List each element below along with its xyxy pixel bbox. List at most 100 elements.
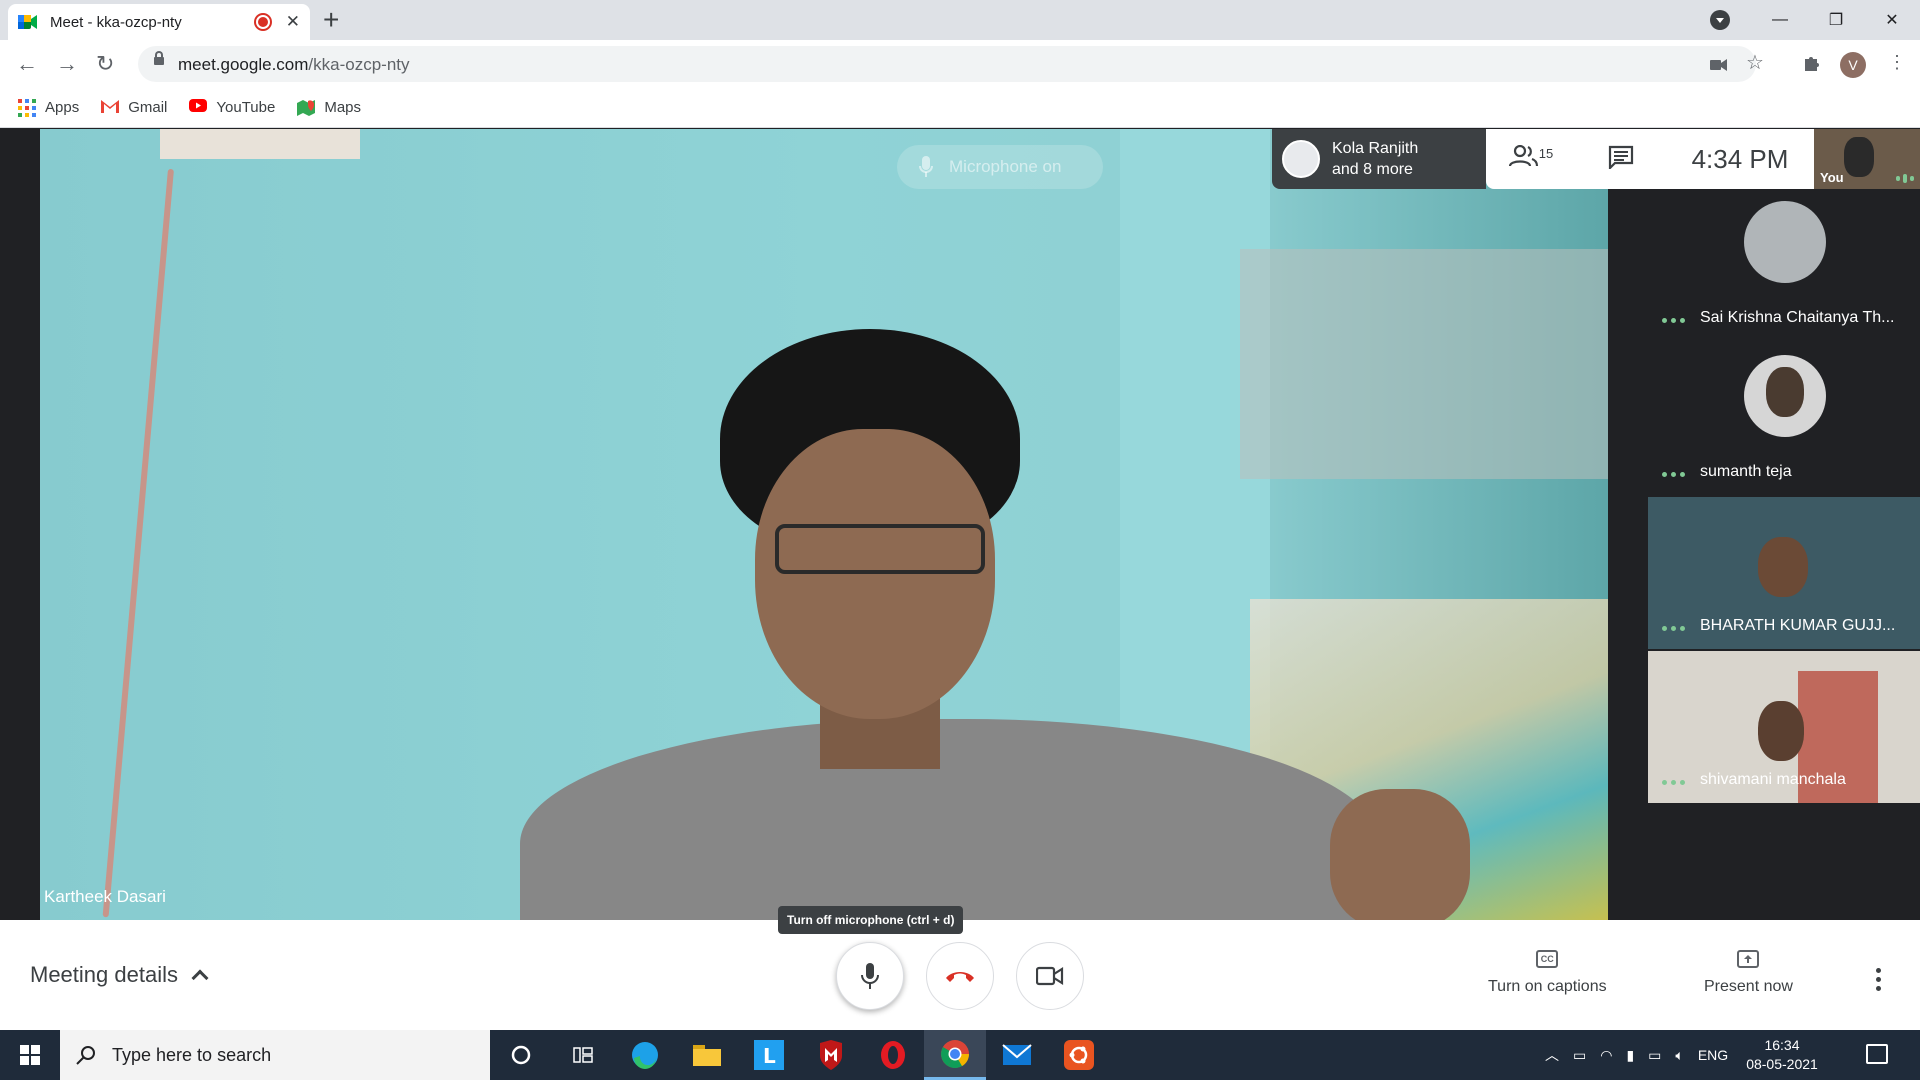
participant-person bbox=[1758, 537, 1808, 597]
minimize-icon[interactable]: — bbox=[1752, 11, 1808, 29]
battery-icon[interactable]: ▭ bbox=[1648, 1047, 1661, 1064]
main-speaker-name: Kartheek Dasari bbox=[44, 887, 166, 906]
maximize-icon[interactable]: ❐ bbox=[1808, 10, 1864, 30]
bookmark-star-icon[interactable]: ☆ bbox=[1746, 53, 1764, 73]
microphone-toggle-button[interactable] bbox=[836, 942, 904, 1010]
notifications-icon[interactable] bbox=[1866, 1044, 1888, 1064]
taskbar-app-mail[interactable] bbox=[986, 1030, 1048, 1080]
microphone-tooltip: Turn off microphone (ctrl + d) bbox=[778, 906, 964, 934]
browser-tab[interactable]: Meet - kka-ozcp-nty ✕ bbox=[8, 4, 310, 40]
bookmark-maps[interactable]: Maps bbox=[297, 99, 361, 117]
search-icon bbox=[76, 1046, 95, 1065]
browser-menu-icon[interactable]: ⋮ bbox=[1888, 52, 1906, 72]
summary-line-2: and 8 more bbox=[1332, 161, 1413, 178]
present-now-button[interactable]: Present now bbox=[1704, 950, 1793, 996]
wall-shelf bbox=[1240, 249, 1608, 479]
participant-name: BHARATH KUMAR GUJJ... bbox=[1700, 617, 1896, 634]
participant-tile[interactable]: sumanth teja bbox=[1648, 343, 1920, 495]
meeting-details-button[interactable]: Meeting details bbox=[30, 962, 209, 988]
hang-up-icon bbox=[946, 972, 974, 982]
extensions-icon[interactable] bbox=[1802, 53, 1822, 77]
new-tab-icon[interactable]: + bbox=[323, 6, 339, 34]
svg-text:L: L bbox=[763, 1044, 776, 1068]
url-text: meet.google.com/kka-ozcp-nty bbox=[178, 55, 410, 75]
more-options-icon[interactable] bbox=[1876, 968, 1881, 991]
chrome-icon bbox=[941, 1039, 969, 1068]
present-label: Present now bbox=[1704, 978, 1793, 995]
camera-in-use-icon[interactable] bbox=[1710, 56, 1728, 76]
taskbar-app-mcafee[interactable] bbox=[800, 1030, 862, 1080]
camera-toggle-button[interactable] bbox=[1016, 942, 1084, 1010]
participant-avatar bbox=[1744, 201, 1826, 283]
meet-now-icon[interactable]: ▭ bbox=[1573, 1047, 1586, 1064]
reload-icon[interactable]: ↻ bbox=[96, 52, 114, 76]
person-arm bbox=[1330, 789, 1470, 920]
input-language[interactable]: ENG bbox=[1698, 1047, 1728, 1063]
taskbar-clock[interactable]: 16:34 08-05-2021 bbox=[1742, 1036, 1822, 1074]
browser-toolbar: ← → ↻ meet.google.com/kka-ozcp-nty ☆ V ⋮ bbox=[0, 40, 1920, 88]
pinned-participants-summary[interactable]: Kola Ranjith and 8 more bbox=[1272, 129, 1486, 189]
l-app-icon: L bbox=[754, 1040, 784, 1070]
bookmark-gmail[interactable]: Gmail bbox=[101, 99, 167, 117]
microphone-on-indicator: Microphone on bbox=[897, 145, 1103, 189]
leave-call-button[interactable] bbox=[926, 942, 994, 1010]
participant-video-tile[interactable]: shivamani manchala bbox=[1648, 651, 1920, 803]
microphone-icon bbox=[919, 156, 933, 177]
self-audio-level-icon bbox=[1896, 174, 1914, 183]
tab-close-icon[interactable]: ✕ bbox=[286, 12, 300, 32]
bookmarks-bar: Apps Gmail YouTube Maps bbox=[0, 88, 1920, 128]
wall-switchboard bbox=[160, 129, 360, 159]
more-options-icon[interactable] bbox=[1662, 318, 1685, 323]
self-video-tile[interactable]: You bbox=[1814, 129, 1920, 189]
meeting-clock: 4:34 PM bbox=[1691, 143, 1789, 174]
chat-button[interactable] bbox=[1576, 145, 1666, 174]
mail-icon bbox=[1002, 1044, 1032, 1065]
folder-icon bbox=[693, 1045, 721, 1066]
start-button[interactable] bbox=[0, 1030, 60, 1080]
window-close-icon[interactable]: ✕ bbox=[1864, 10, 1920, 30]
windows-taskbar: Type here to search L ︿ ▭ ◠ ▮ ▭ 🔈︎ ENG 1… bbox=[0, 1030, 1920, 1080]
main-video-tile[interactable]: Microphone on Kartheek Dasari bbox=[40, 129, 1608, 920]
taskbar-app-ubuntu[interactable] bbox=[1048, 1030, 1110, 1080]
profile-avatar[interactable]: V bbox=[1840, 52, 1866, 78]
show-hidden-icons-icon[interactable]: ︿ bbox=[1545, 1045, 1559, 1065]
cortana-button[interactable] bbox=[490, 1030, 552, 1080]
taskbar-app-edge[interactable] bbox=[614, 1030, 676, 1080]
volume-icon[interactable]: 🔈︎ bbox=[1675, 1047, 1683, 1064]
captions-button[interactable]: CC Turn on captions bbox=[1488, 950, 1607, 996]
more-options-icon[interactable] bbox=[1662, 780, 1685, 785]
address-bar[interactable]: meet.google.com/kka-ozcp-nty ☆ bbox=[138, 46, 1764, 82]
taskbar-app-l[interactable]: L bbox=[738, 1030, 800, 1080]
wifi-icon[interactable]: ◠ bbox=[1600, 1047, 1612, 1064]
chevron-up-icon bbox=[191, 969, 209, 987]
forward-arrow-icon[interactable]: → bbox=[56, 52, 78, 76]
taskbar-search-box[interactable]: Type here to search bbox=[60, 1030, 490, 1080]
gmail-icon bbox=[101, 99, 120, 117]
meeting-details-label: Meeting details bbox=[30, 962, 178, 987]
back-arrow-icon[interactable]: ← bbox=[16, 52, 38, 76]
more-options-icon[interactable] bbox=[1662, 472, 1685, 477]
task-view-button[interactable] bbox=[552, 1030, 614, 1080]
mcafee-shield-icon bbox=[820, 1040, 842, 1070]
participant-tile[interactable]: Sai Krishna Chaitanya Th... bbox=[1648, 189, 1920, 341]
taskbar-app-chrome[interactable] bbox=[924, 1030, 986, 1080]
participant-count: 15 bbox=[1538, 145, 1554, 161]
participant-name: shivamani manchala bbox=[1700, 771, 1846, 788]
window-controls: — ❐ ✕ bbox=[1752, 0, 1920, 40]
taskbar-app-opera[interactable] bbox=[862, 1030, 924, 1080]
chat-icon bbox=[1608, 145, 1634, 171]
bookmark-apps[interactable]: Apps bbox=[18, 98, 80, 117]
meet-control-bar: Turn off microphone (ctrl + d) Meeting d… bbox=[0, 906, 1920, 1030]
taskbar-app-file-explorer[interactable] bbox=[676, 1030, 738, 1080]
more-options-icon[interactable] bbox=[1662, 626, 1685, 631]
show-everyone-button[interactable]: 15 bbox=[1486, 144, 1576, 174]
microphone-tray-icon[interactable]: ▮ bbox=[1626, 1047, 1634, 1064]
participant-video-tile[interactable]: BHARATH KUMAR GUJJ... bbox=[1648, 497, 1920, 649]
maps-pin-icon bbox=[297, 99, 316, 117]
bookmark-youtube[interactable]: YouTube bbox=[189, 98, 275, 117]
participant-name: Sai Krishna Chaitanya Th... bbox=[1700, 309, 1895, 326]
lock-icon[interactable] bbox=[154, 51, 164, 65]
bookmark-label: Apps bbox=[45, 99, 80, 116]
tab-search-icon[interactable] bbox=[1710, 10, 1730, 30]
recording-indicator-icon bbox=[255, 15, 270, 29]
